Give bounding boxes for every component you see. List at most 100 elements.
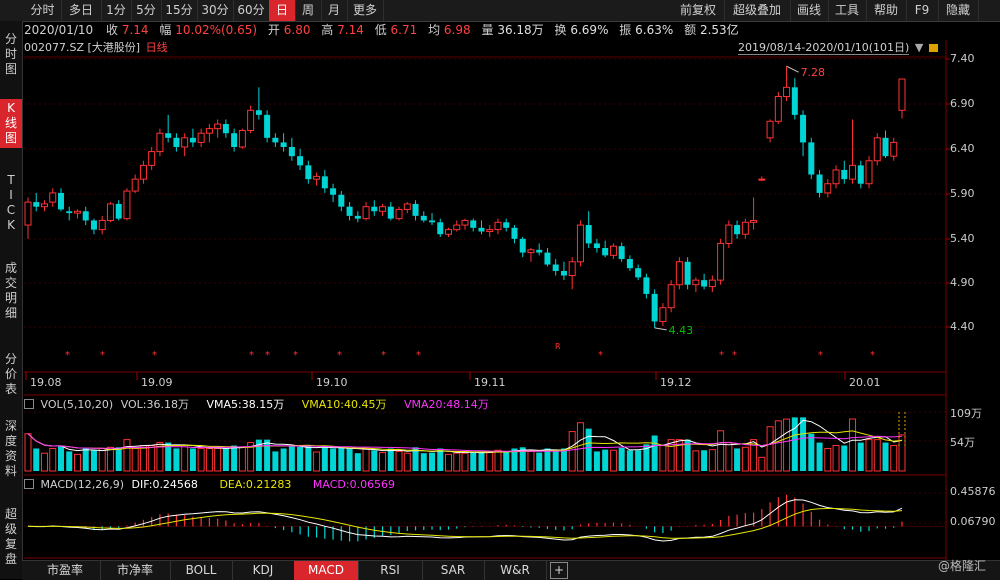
candle-body-down (585, 225, 592, 244)
candle-body-up (403, 203, 411, 210)
indicator-tab-6[interactable]: SAR (422, 561, 485, 580)
volume-bar-down (593, 451, 600, 471)
volume-bar-down (371, 450, 378, 471)
indicator-tab-0[interactable]: 市盈率 (30, 561, 101, 580)
volume-bar-down (800, 417, 807, 471)
volume-bar-up (527, 450, 535, 472)
event-star-marker: * (732, 350, 737, 361)
volume-value: VOL:36.18万 (120, 398, 190, 411)
volume-bar-up (123, 439, 131, 472)
candle-body-up (453, 224, 461, 231)
candle-body-up (717, 242, 725, 281)
candle-body-up (675, 261, 683, 286)
volume-bar-up (445, 453, 453, 472)
volume-bar-up (486, 452, 494, 472)
candle-body-up (898, 78, 906, 111)
volume-bar-up (576, 422, 584, 472)
candle-body-down (330, 188, 337, 195)
macd-collapse-icon[interactable] (24, 479, 34, 489)
volume-bar-down (90, 450, 97, 471)
add-indicator-icon[interactable]: + (550, 562, 568, 579)
volume-bar-up (148, 445, 156, 472)
volume-bar-down (66, 451, 73, 471)
candle-body-down (544, 252, 551, 265)
macd-header: MACD(12,26,9) DIF:0.24568 DEA:0.21283 MA… (24, 477, 395, 493)
candle-body-up (486, 229, 494, 232)
candle-body-down (272, 137, 279, 143)
candle-body-up (667, 284, 675, 309)
candle-body-up (832, 169, 840, 185)
volume-bar-down (330, 448, 337, 471)
candle-body-down (734, 225, 741, 235)
candle-body-down (264, 114, 271, 138)
macd-title: MACD(12,26,9) (40, 478, 125, 491)
candle-body-down (412, 203, 419, 216)
indicator-tab-7[interactable]: W&R (484, 561, 547, 580)
volume-bar-down (552, 449, 559, 471)
watermark: @格隆汇 (938, 559, 987, 573)
indicator-tab-3[interactable]: KDJ (232, 561, 295, 580)
volume-bar-down (280, 448, 287, 471)
volume-bar-down (585, 428, 592, 471)
candle-body-up (873, 137, 881, 162)
volume-bar-down (602, 449, 609, 471)
date-axis-label: 20.01 (849, 376, 881, 389)
volume-bar-down (808, 433, 815, 471)
candle-body-down (222, 124, 229, 134)
candle-body-up (205, 128, 213, 134)
candle-body-down (536, 249, 543, 253)
candle-body-down (57, 192, 64, 210)
candle-body-down (791, 87, 798, 115)
event-star-marker: * (152, 350, 157, 361)
price-axis-label: 7.40 (950, 52, 975, 65)
volume-bar-down (297, 446, 304, 471)
indicator-tab-4[interactable]: MACD (294, 561, 359, 580)
indicator-tab-2[interactable]: BOLL (170, 561, 233, 580)
volume-bar-down (346, 448, 353, 471)
candle-body-up (766, 120, 774, 139)
volume-bar-up (890, 445, 898, 472)
volume-collapse-icon[interactable] (24, 399, 34, 409)
volume-bar-up (865, 439, 873, 472)
candle-body-up (131, 178, 139, 192)
candle-body-down (354, 215, 361, 219)
candle-body-up (148, 151, 156, 166)
volume-bar-down (387, 448, 394, 471)
candle-body-down (701, 280, 708, 287)
volume-bar-down (701, 450, 708, 471)
price-axis-label: 5.90 (950, 187, 975, 200)
candle-body-down (321, 176, 328, 189)
max-price-pointer (786, 65, 799, 73)
candle-body-up (123, 190, 131, 220)
volume-bar-up (205, 447, 213, 472)
volume-bar-down (651, 435, 658, 471)
candle-body-up (313, 175, 321, 180)
candle-body-up (156, 132, 164, 153)
candle-body-down (33, 202, 40, 207)
volume-bar-up (708, 449, 716, 472)
candle-body-down (66, 211, 73, 214)
volume-bar-up (461, 452, 469, 472)
volume-bar-down (33, 448, 40, 471)
indicator-tab-1[interactable]: 市净率 (100, 561, 171, 580)
candle-body-up (49, 192, 57, 203)
candle-body-down (82, 211, 89, 221)
volume-bar-down (420, 453, 427, 471)
candle-body-up (692, 279, 700, 286)
volume-bar-up (717, 430, 725, 472)
candle-body-down (552, 264, 559, 271)
volume-bar-down (626, 450, 633, 471)
candle-body-up (461, 219, 469, 226)
candle-body-down (115, 203, 122, 219)
candle-body-up (609, 245, 617, 256)
event-star-marker: * (249, 350, 254, 361)
volume-bar-down (544, 448, 551, 471)
volume-bar-up (106, 446, 114, 472)
volume-bar-up (362, 447, 370, 472)
candle-body-down (635, 268, 642, 278)
candle-body-up (725, 224, 733, 244)
indicator-tab-5[interactable]: RSI (358, 561, 423, 580)
volume-bar-up (873, 439, 881, 472)
volume-bar-down (82, 448, 89, 471)
volume-bar-up (758, 456, 766, 472)
